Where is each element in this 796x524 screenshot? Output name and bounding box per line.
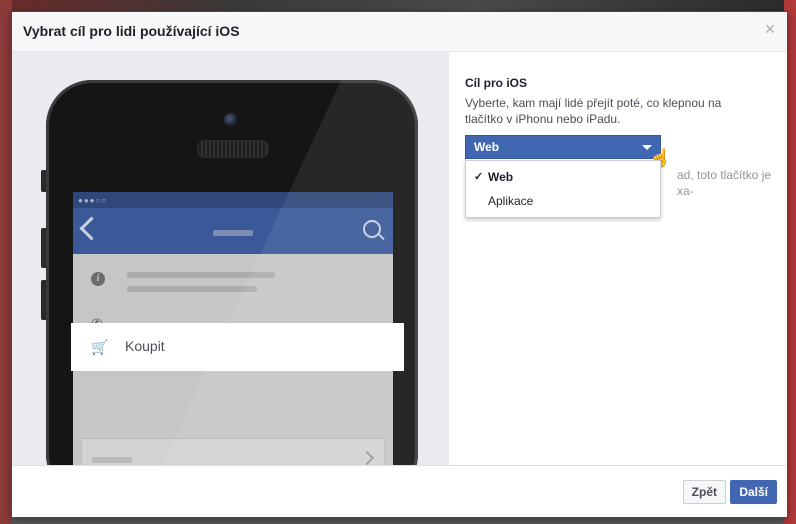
close-icon[interactable]: × [763, 20, 777, 38]
destination-select[interactable]: Web [465, 135, 661, 159]
phone-preview-pane: ●●●○○ i ✆ [12, 52, 449, 467]
ios-destination-dialog: Vybrat cíl pro lidi používající iOS × ●●… [11, 11, 788, 518]
destination-label: Cíl pro iOS [465, 76, 528, 90]
dialog-title: Vybrat cíl pro lidi používající iOS [23, 23, 240, 39]
next-button[interactable]: Další [730, 480, 777, 504]
check-icon: ✓ [474, 171, 484, 183]
destination-select-value: Web [474, 140, 500, 154]
menu-item-label: Web [488, 170, 514, 184]
glass-reflection [46, 80, 418, 467]
dialog-footer: Zpět Další [12, 465, 787, 517]
menu-item-web[interactable]: ✓ Web [466, 165, 660, 189]
menu-item-aplikace[interactable]: Aplikace [466, 189, 660, 213]
menu-item-label: Aplikace [488, 194, 534, 208]
destination-dropdown-menu: ✓ Web Aplikace [465, 160, 661, 218]
obscured-help-text: ad, toto tlačítko je xa- [677, 168, 772, 198]
back-button[interactable]: Zpět [682, 480, 726, 504]
destination-description: Vyberte, kam mají lidé přejít poté, co k… [465, 96, 722, 126]
destination-settings-pane: Cíl pro iOS Vyberte, kam mají lidé přejí… [449, 52, 787, 467]
iphone-mockup: ●●●○○ i ✆ [41, 80, 418, 467]
dialog-header: Vybrat cíl pro lidi používající iOS × [12, 12, 787, 52]
cart-icon: 🛒 [91, 339, 109, 355]
buy-button-row: 🛒 Koupit [71, 323, 404, 371]
buy-label: Koupit [125, 338, 165, 354]
